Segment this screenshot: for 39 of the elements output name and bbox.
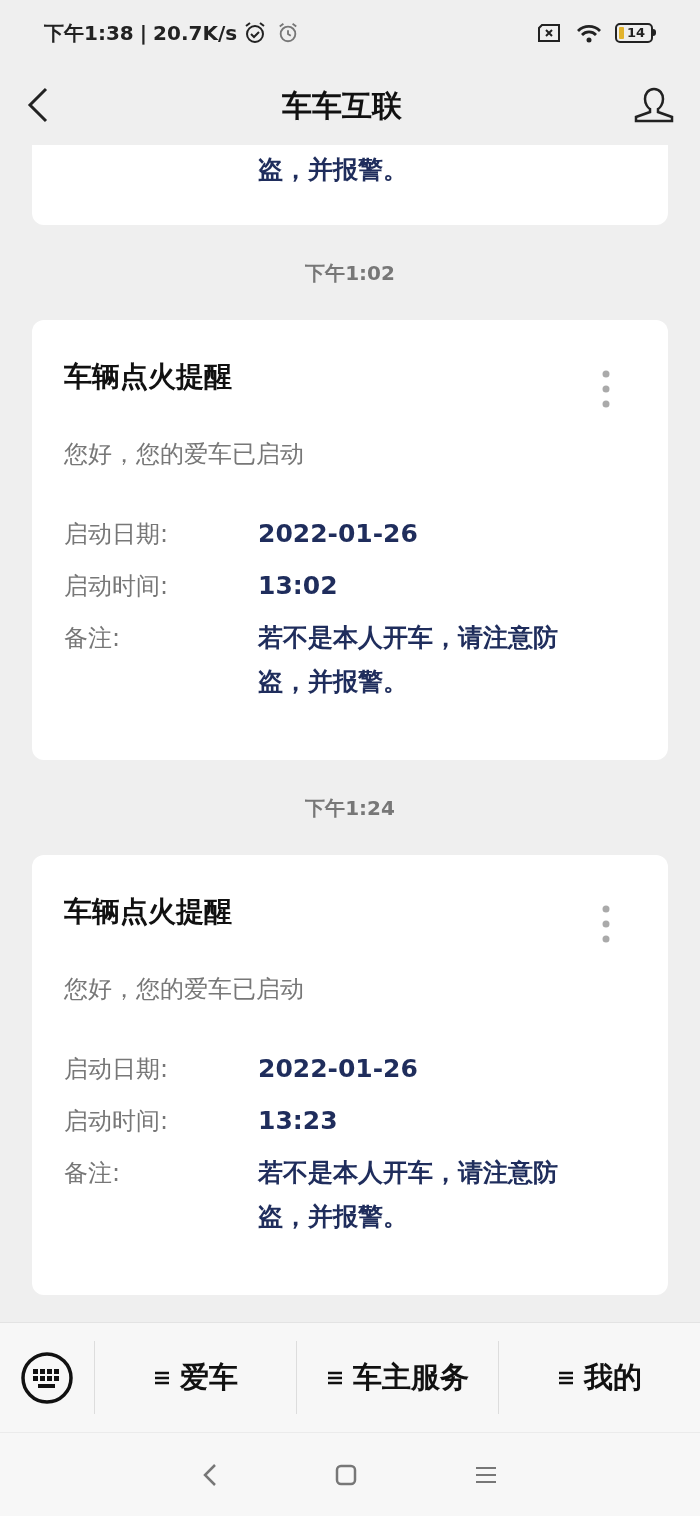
card-title: 车辆点火提醒 [64,359,232,395]
network-speed: 20.7K/s [153,19,238,47]
message-time: 下午1:02 [305,259,395,287]
greeting-text: 您好，您的爱车已启动 [64,439,305,470]
field-label: 启动时间: [64,571,170,602]
field-value: 若不是本人开车，请注意防盗，并报警。 [258,1157,559,1233]
home-nav-icon[interactable] [335,1463,357,1486]
menu-icon [153,1369,170,1386]
menu-icon [557,1369,574,1386]
profile-icon[interactable] [634,87,674,123]
sim-off-icon [537,22,561,43]
message-time: 下午1:24 [305,794,395,822]
note-text: 盗，并报警。 [258,154,408,186]
field-label: 启动时间: [64,1106,170,1137]
page-title: 车车互联 [282,86,402,125]
field-value: 13:02 [258,570,339,602]
menu-button[interactable]: 我的 [557,1355,642,1400]
status-time: 下午1:38 [44,19,134,47]
menu-button[interactable]: 爱车 [153,1355,238,1400]
battery-icon: 14 [615,22,656,43]
field-label: 启动日期: [64,1054,170,1085]
field-label: 备注: [64,1158,122,1189]
field-value: 若不是本人开车，请注意防盗，并报警。 [258,622,559,698]
field-value: 2022-01-26 [258,518,419,550]
field-value: 2022-01-26 [258,1053,419,1085]
menu-nav-icon[interactable] [475,1464,497,1485]
field-label: 启动日期: [64,519,170,550]
status-separator: | [139,19,148,47]
more-icon[interactable] [602,905,610,943]
keyboard-icon[interactable] [20,1350,74,1405]
card-title: 车辆点火提醒 [64,894,232,930]
field-value: 13:23 [258,1105,339,1137]
back-icon[interactable] [26,87,50,123]
field-label: 备注: [64,623,122,654]
greeting-text: 您好，您的爱车已启动 [64,974,305,1005]
more-icon[interactable] [602,370,610,408]
menu-button[interactable]: 车主服务 [326,1355,469,1400]
menu-icon [326,1369,343,1386]
back-nav-icon[interactable] [203,1462,217,1487]
